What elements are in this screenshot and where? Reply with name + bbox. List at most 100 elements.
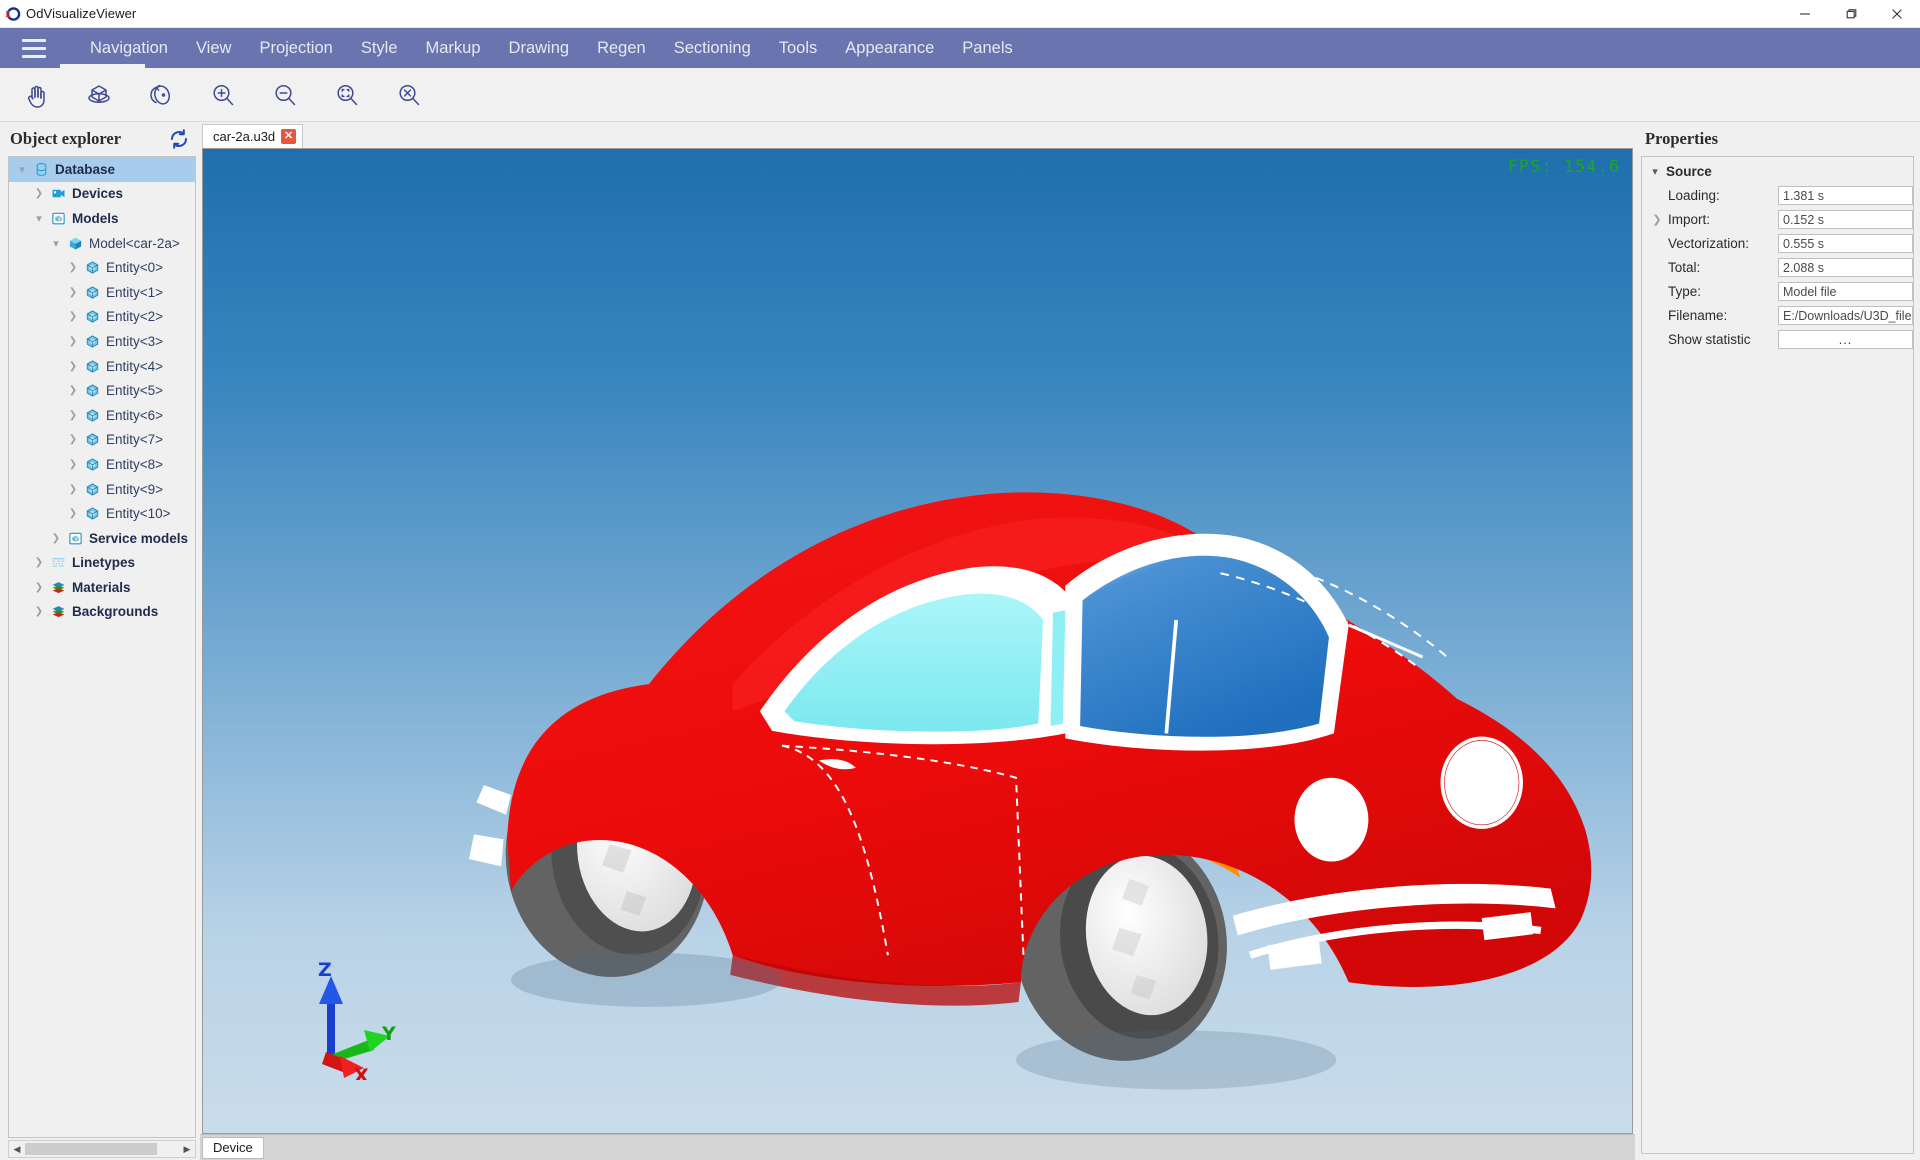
- tree-item-models[interactable]: ▾ Models: [9, 206, 195, 231]
- main-toolbar: [0, 64, 1920, 122]
- property-value-field[interactable]: Model file: [1778, 281, 1913, 301]
- chevron-right-icon[interactable]: ❯: [64, 287, 82, 298]
- tree-item-entity-6[interactable]: ❯ Entity<6>: [9, 403, 195, 428]
- chevron-right-icon[interactable]: ❯: [30, 188, 48, 199]
- zoom-extents-icon[interactable]: [318, 70, 376, 120]
- property-value-field[interactable]: 0.555 s: [1778, 233, 1913, 253]
- menu-item-drawing[interactable]: Drawing: [495, 33, 584, 64]
- tree-item-label: Entity<7>: [106, 432, 164, 448]
- tree-item-entity-5[interactable]: ❯ Entity<5>: [9, 378, 195, 403]
- object-tree-hscrollbar[interactable]: ◀ ▶: [8, 1140, 196, 1158]
- menu-item-projection[interactable]: Projection: [245, 33, 346, 64]
- entity-icon: [82, 506, 102, 521]
- properties-panel: Properties ▾ Source ❯Loading: 1.381 s❯Imp…: [1635, 122, 1920, 1160]
- property-value-field[interactable]: E:/Downloads/U3D_files/car: [1778, 305, 1913, 325]
- scroll-right-icon[interactable]: ▶: [179, 1144, 195, 1155]
- tree-item-entity-10[interactable]: ❯ Entity<10>: [9, 501, 195, 526]
- property-value-field[interactable]: 0.152 s: [1778, 209, 1913, 229]
- tree-item-service-models[interactable]: ❯ Service models: [9, 526, 195, 551]
- refresh-icon[interactable]: [166, 126, 192, 152]
- tree-item-entity-4[interactable]: ❯ Entity<4>: [9, 354, 195, 379]
- chevron-right-icon[interactable]: ❯: [1646, 213, 1668, 226]
- chevron-down-icon[interactable]: ▾: [1646, 165, 1664, 178]
- entity-icon: [82, 285, 102, 300]
- document-tab-car-2a[interactable]: car-2a.u3d ✕: [202, 124, 304, 148]
- chevron-right-icon[interactable]: ❯: [64, 459, 82, 470]
- object-tree[interactable]: ▾ Database ❯ Devices ▾ Models ▾ Model<car-2a> ❯ E…: [8, 156, 196, 1138]
- tree-item-entity-8[interactable]: ❯ Entity<8>: [9, 452, 195, 477]
- tree-item-materials[interactable]: ❯ Materials: [9, 575, 195, 600]
- tree-item-database[interactable]: ▾ Database: [9, 157, 195, 182]
- models-icon: [48, 211, 68, 226]
- property-row-vectorization: ❯Vectorization:0.555 s: [1642, 231, 1913, 255]
- menu-item-panels[interactable]: Panels: [948, 33, 1026, 64]
- render-viewport[interactable]: FPS: 154.6 Z Y X: [202, 148, 1633, 1134]
- menu-item-view[interactable]: View: [182, 33, 245, 64]
- toolbar-grip: [60, 64, 145, 69]
- tree-item-entity-3[interactable]: ❯ Entity<3>: [9, 329, 195, 354]
- chevron-right-icon[interactable]: ❯: [64, 311, 82, 322]
- orbit-cube-icon[interactable]: [70, 70, 128, 120]
- property-row-type: ❯Type:Model file: [1642, 279, 1913, 303]
- menu-item-markup[interactable]: Markup: [412, 33, 495, 64]
- tree-item-model-car-2a[interactable]: ▾ Model<car-2a>: [9, 231, 195, 256]
- document-tabstrip: car-2a.u3d ✕: [200, 122, 1635, 148]
- scroll-track[interactable]: [25, 1141, 179, 1157]
- menu-item-appearance[interactable]: Appearance: [831, 33, 948, 64]
- chevron-right-icon[interactable]: ❯: [64, 262, 82, 273]
- scroll-thumb[interactable]: [25, 1143, 157, 1155]
- menu-item-navigation[interactable]: Navigation: [76, 33, 182, 64]
- chevron-right-icon[interactable]: ❯: [64, 385, 82, 396]
- zoom-out-icon[interactable]: [256, 70, 314, 120]
- tree-item-label: Entity<9>: [106, 481, 164, 497]
- close-button[interactable]: [1874, 0, 1920, 28]
- zoom-in-icon[interactable]: [194, 70, 252, 120]
- scroll-left-icon[interactable]: ◀: [9, 1144, 25, 1155]
- menu-item-sectioning[interactable]: Sectioning: [660, 33, 765, 64]
- tree-item-entity-2[interactable]: ❯ Entity<2>: [9, 305, 195, 330]
- rotate-icon[interactable]: [132, 70, 190, 120]
- chevron-right-icon[interactable]: ❯: [64, 484, 82, 495]
- tree-item-backgrounds[interactable]: ❯ Backgrounds: [9, 600, 195, 625]
- property-value-field[interactable]: 2.088 s: [1778, 257, 1913, 277]
- chevron-right-icon[interactable]: ❯: [30, 557, 48, 568]
- chevron-right-icon[interactable]: ❯: [30, 606, 48, 617]
- chevron-down-icon[interactable]: ▾: [30, 212, 48, 225]
- menu-item-style[interactable]: Style: [347, 33, 412, 64]
- show-statistic-button[interactable]: ...: [1778, 329, 1913, 349]
- chevron-right-icon[interactable]: ❯: [64, 361, 82, 372]
- zoom-window-icon[interactable]: [380, 70, 438, 120]
- property-row-total: ❯Total:2.088 s: [1642, 255, 1913, 279]
- minimize-button[interactable]: [1782, 0, 1828, 28]
- properties-title: Properties: [1645, 129, 1719, 148]
- property-label: Total:: [1668, 259, 1701, 275]
- chevron-right-icon[interactable]: ❯: [64, 336, 82, 347]
- viewport-wrapper: FPS: 154.6 Z Y X: [200, 148, 1635, 1134]
- menu-item-tools[interactable]: Tools: [765, 33, 832, 64]
- tree-item-entity-1[interactable]: ❯ Entity<1>: [9, 280, 195, 305]
- menu-item-regen[interactable]: Regen: [583, 33, 660, 64]
- tree-item-entity-7[interactable]: ❯ Entity<7>: [9, 428, 195, 453]
- hamburger-menu-icon[interactable]: [14, 28, 54, 68]
- pan-hand-icon[interactable]: [8, 70, 66, 120]
- models-icon: [65, 531, 85, 546]
- device-icon: [48, 186, 68, 201]
- chevron-down-icon[interactable]: ▾: [13, 163, 31, 176]
- statusbar-device-tab[interactable]: Device: [202, 1136, 264, 1159]
- maximize-button[interactable]: [1828, 0, 1874, 28]
- tree-item-label: Backgrounds: [72, 604, 159, 620]
- tree-item-devices[interactable]: ❯ Devices: [9, 182, 195, 207]
- chevron-right-icon[interactable]: ❯: [30, 582, 48, 593]
- properties-group-source[interactable]: ▾ Source: [1642, 159, 1913, 183]
- chevron-down-icon[interactable]: ▾: [47, 237, 65, 250]
- tree-item-linetypes[interactable]: ❯ Linetypes: [9, 551, 195, 576]
- tree-item-entity-0[interactable]: ❯ Entity<0>: [9, 255, 195, 280]
- chevron-right-icon[interactable]: ❯: [64, 434, 82, 445]
- chevron-right-icon[interactable]: ❯: [64, 508, 82, 519]
- property-value-field[interactable]: 1.381 s: [1778, 185, 1913, 205]
- close-icon[interactable]: ✕: [281, 129, 297, 144]
- chevron-right-icon[interactable]: ❯: [47, 533, 65, 544]
- database-icon: [31, 162, 51, 177]
- chevron-right-icon[interactable]: ❯: [64, 410, 82, 421]
- tree-item-entity-9[interactable]: ❯ Entity<9>: [9, 477, 195, 502]
